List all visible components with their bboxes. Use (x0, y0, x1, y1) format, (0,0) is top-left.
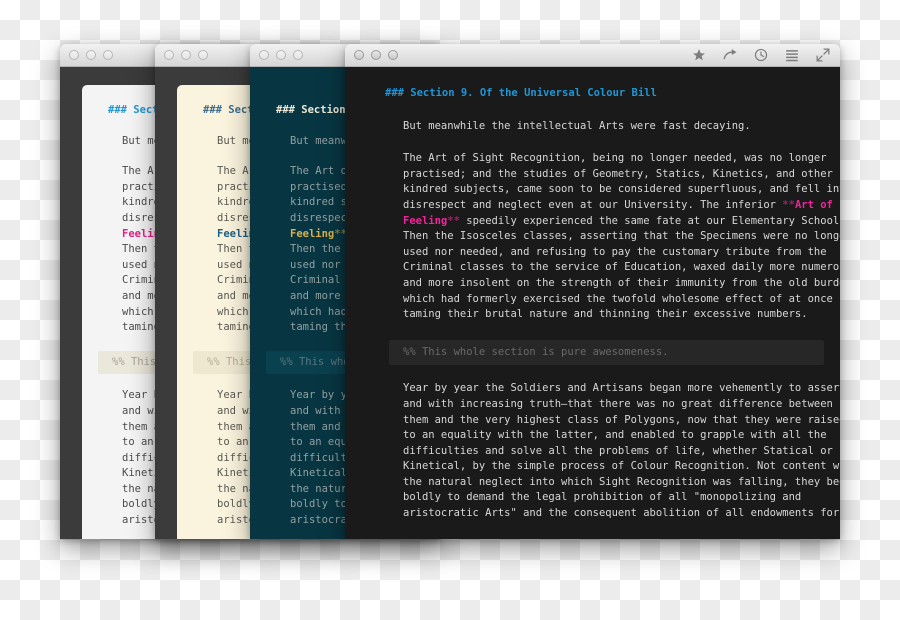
zoom-button[interactable] (293, 50, 303, 60)
zoom-button[interactable] (103, 50, 113, 60)
list-lines-icon[interactable] (785, 48, 799, 62)
traffic-lights (259, 50, 303, 60)
screenshot-canvas: ### Section 9. Of the Universal Colour B… (0, 0, 900, 620)
window-toolbar (692, 44, 830, 66)
star-icon[interactable] (692, 48, 706, 62)
titlebar-active[interactable] (345, 44, 840, 67)
document-panel[interactable]: ### Section 9. Of the Universal Colour B… (345, 67, 840, 539)
paragraph-3: Year by year the Soldiers and Artisans b… (403, 382, 840, 520)
minimize-button[interactable] (371, 50, 381, 60)
close-button[interactable] (164, 50, 174, 60)
traffic-lights (69, 50, 113, 60)
minimize-button[interactable] (276, 50, 286, 60)
close-button[interactable] (259, 50, 269, 60)
zoom-button[interactable] (388, 50, 398, 60)
zoom-button[interactable] (198, 50, 208, 60)
share-arrow-icon[interactable] (723, 48, 737, 62)
minimize-button[interactable] (181, 50, 191, 60)
traffic-lights (164, 50, 208, 60)
section-heading: ### Section 9. Of the Universal Colour B… (385, 87, 657, 99)
traffic-lights (354, 50, 398, 60)
close-button[interactable] (69, 50, 79, 60)
editor-window-dark-theme-active[interactable]: ### Section 9. Of the Universal Colour B… (345, 44, 840, 539)
paragraph-2-line-5: Feeling** speedily experienced the same … (403, 214, 840, 227)
window-frame: ### Section 9. Of the Universal Colour B… (345, 67, 840, 539)
inline-comment: %% This whole section is pure awesomenes… (389, 339, 824, 366)
expand-fullscreen-icon[interactable] (816, 48, 830, 62)
minimize-button[interactable] (86, 50, 96, 60)
paragraph-2: The Art of Sight Recognition, being no l… (403, 152, 840, 321)
paragraph-2-line-4: disrespect and neglect even at our Unive… (403, 198, 833, 211)
history-clock-icon[interactable] (754, 48, 768, 62)
paragraph-1: But meanwhile the intellectual Arts were… (403, 119, 751, 132)
close-button[interactable] (354, 50, 364, 60)
